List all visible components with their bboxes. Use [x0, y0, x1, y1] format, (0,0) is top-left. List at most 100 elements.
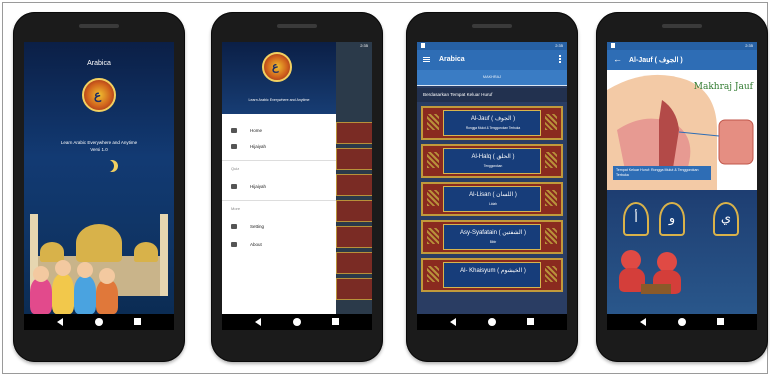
drawer-header: ع Learn Arabic Everywhere and Anytime — [222, 42, 336, 114]
status-time: 2:35 — [555, 43, 563, 48]
makhraj-name: Asy-Syafatain ( الشفتين ) — [459, 230, 527, 236]
app-tagline: Learn Arabic Everywhere and Anytime — [60, 140, 138, 145]
tab-indicator — [417, 85, 567, 86]
menu-item-quiz-hijaiyah[interactable]: Hijaiyah — [222, 180, 336, 194]
phone-drawer: 2:35 ع Learn Arabic Everywhere and Anyti… — [211, 12, 383, 362]
app-title: Arabica — [87, 60, 111, 67]
diagram-label: Makhraj Jauf — [693, 82, 753, 92]
ornament — [545, 190, 557, 206]
letter-tile[interactable]: أ — [623, 202, 649, 236]
back-icon[interactable] — [450, 318, 456, 326]
home-icon — [231, 128, 237, 133]
navigation-drawer: ع Learn Arabic Everywhere and Anytime Ho… — [222, 42, 336, 314]
makhraj-card[interactable]: Al-Halq ( الحلق ) Tenggorokan — [421, 144, 563, 178]
ornament — [427, 152, 439, 168]
ornament — [545, 114, 557, 130]
recent-apps-icon[interactable] — [717, 318, 724, 325]
card-panel: Al-Halq ( الحلق ) Tenggorokan — [443, 148, 541, 174]
menu-divider — [222, 200, 336, 201]
makhraj-name: Al-Jauf ( الجوف ) — [470, 116, 516, 122]
phone-speaker — [472, 24, 512, 28]
ornament — [427, 190, 439, 206]
tab-makhraj[interactable]: MAKHRAJ — [417, 75, 567, 79]
quiz-icon — [231, 184, 237, 189]
app-logo: ع — [262, 52, 292, 82]
makhraj-desc: Lidah — [489, 202, 497, 206]
person-icon — [231, 242, 237, 247]
android-nav-bar — [222, 314, 372, 330]
recent-apps-icon[interactable] — [527, 318, 534, 325]
home-icon[interactable] — [678, 318, 686, 326]
status-bar: 2:35 — [417, 42, 567, 50]
drawer-screen: 2:35 ع Learn Arabic Everywhere and Anyti… — [222, 42, 372, 330]
recent-apps-icon[interactable] — [134, 318, 141, 325]
app-logo: ع — [82, 78, 116, 112]
makhraj-name: Al- Khaisyum ( الخيشوم ) — [460, 268, 526, 274]
menu-item-setting[interactable]: Setting — [222, 220, 336, 234]
ornament — [427, 228, 439, 244]
card-panel: Al-Jauf ( الجوف ) Rongga Mulut & Tenggor… — [443, 110, 541, 136]
back-icon[interactable] — [255, 318, 261, 326]
makhraj-list-screen: 2:35 Arabica MAKHRAJ Berdasarkan Tempat … — [417, 42, 567, 330]
phone-speaker — [79, 24, 119, 28]
home-icon[interactable] — [488, 318, 496, 326]
app-bar-title: Al-Jauf ( الجوف ) — [629, 57, 683, 64]
home-icon[interactable] — [95, 318, 103, 326]
android-nav-bar — [607, 314, 757, 330]
makhraj-card[interactable]: Al-Lisan ( اللسان ) Lidah — [421, 182, 563, 216]
diagram-caption: Tempat Keluar Huruf: Rongga Mulut & Teng… — [613, 166, 711, 180]
android-nav-bar — [417, 314, 567, 330]
crescent-moon-icon — [102, 160, 114, 172]
back-icon[interactable] — [57, 318, 63, 326]
menu-section-more: More — [231, 206, 241, 211]
status-time: 2:35 — [360, 43, 368, 48]
makhraj-desc: Bibir — [489, 240, 497, 244]
section-title: Berdasarkan Tempat Keluar Huruf — [417, 88, 567, 102]
gear-icon — [231, 224, 237, 229]
makhraj-card[interactable]: Al- Khaisyum ( الخيشوم ) — [421, 258, 563, 292]
letter-tile[interactable]: ي — [713, 202, 739, 236]
back-arrow-icon[interactable]: ← — [613, 54, 622, 64]
ornament — [545, 266, 557, 282]
app-bar: ← Al-Jauf ( الجوف ) — [607, 50, 757, 70]
card-panel: Al-Lisan ( اللسان ) Lidah — [443, 186, 541, 212]
makhraj-desc: Tenggorokan — [483, 164, 503, 168]
phone-speaker — [277, 24, 317, 28]
menu-section-quiz: Quiz — [231, 166, 240, 171]
drawer-tagline: Learn Arabic Everywhere and Anytime — [248, 98, 310, 102]
more-options-icon[interactable] — [559, 55, 561, 57]
notification-icon — [421, 43, 425, 48]
splash-screen: Arabica ع Learn Arabic Everywhere and An… — [24, 42, 174, 330]
hamburger-menu-icon[interactable] — [423, 57, 430, 58]
ornament — [545, 228, 557, 244]
tab-bar: MAKHRAJ — [417, 70, 567, 86]
home-icon[interactable] — [293, 318, 301, 326]
app-version: Versi 1.0 — [90, 147, 108, 152]
menu-item-home[interactable]: Home — [222, 124, 336, 138]
phone-splash: Arabica ع Learn Arabic Everywhere and An… — [13, 12, 185, 362]
recent-apps-icon[interactable] — [332, 318, 339, 325]
back-icon[interactable] — [640, 318, 646, 326]
status-time: 2:35 — [745, 43, 753, 48]
makhraj-name: Al-Halq ( الحلق ) — [471, 154, 515, 160]
makhraj-desc: Rongga Mulut & Tenggorokan Terbuka — [465, 126, 521, 130]
menu-item-hijaiyah[interactable]: Hijaiyah — [222, 140, 336, 154]
makhraj-card[interactable]: Asy-Syafatain ( الشفتين ) Bibir — [421, 220, 563, 254]
menu-item-about[interactable]: About — [222, 238, 336, 252]
letter-row: أ و ي — [607, 202, 757, 238]
makhraj-card[interactable]: Al-Jauf ( الجوف ) Rongga Mulut & Tenggor… — [421, 106, 563, 140]
notification-icon — [611, 43, 615, 48]
book-icon — [231, 144, 237, 149]
ornament — [545, 152, 557, 168]
makhraj-detail-screen: 2:35 ← Al-Jauf ( الجوف ) Makhraj Jauf Te… — [607, 42, 757, 330]
card-panel: Al- Khaisyum ( الخيشوم ) — [443, 262, 541, 288]
mosque-illustration — [24, 194, 174, 314]
makhraj-name: Al-Lisan ( اللسان ) — [469, 192, 517, 198]
ornament — [427, 114, 439, 130]
app-bar-title: Arabica — [439, 56, 465, 63]
menu-divider — [222, 160, 336, 161]
android-nav-bar — [24, 314, 174, 330]
letter-tile[interactable]: و — [659, 202, 685, 236]
status-bar: 2:35 — [607, 42, 757, 50]
app-bar: Arabica — [417, 50, 567, 70]
